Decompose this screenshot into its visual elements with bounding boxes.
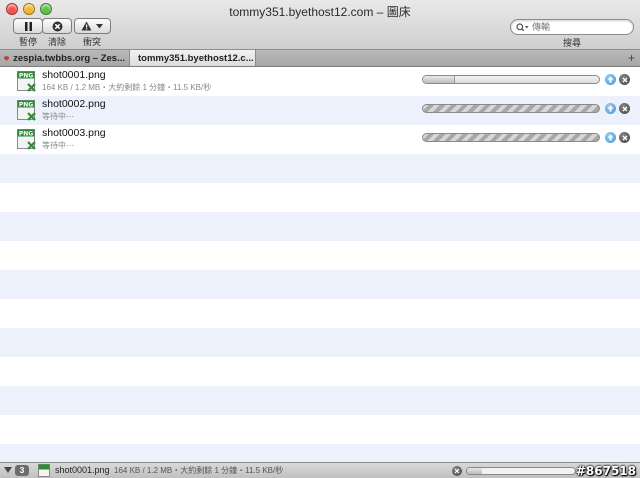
- close-icon: [622, 135, 627, 140]
- file-name: shot0002.png: [42, 98, 106, 110]
- status-file-name: shot0001.png: [55, 465, 110, 475]
- warning-icon: [81, 21, 92, 31]
- file-name: shot0003.png: [42, 127, 106, 139]
- conflict-tool[interactable]: 衝突: [70, 18, 114, 48]
- download-row[interactable]: PNG shot0001.png 164 KB / 1.2 MB・大約剩餘 1 分鐘…: [0, 67, 640, 96]
- tab-tommy351[interactable]: tommy351.byethost12.c...: [130, 50, 256, 66]
- file-status: 164 KB / 1.2 MB・大約剩餘 1 分鐘・11.5 KB/秒: [42, 83, 212, 92]
- conflict-button[interactable]: [73, 18, 111, 34]
- tab-bar: zespia.twbbs.org – Zes... tommy351.byeth…: [0, 50, 640, 67]
- download-row[interactable]: PNG shot0002.png 等待中⋯: [0, 96, 640, 125]
- svg-text:PNG: PNG: [19, 102, 33, 109]
- clear-icon: [52, 21, 62, 31]
- expand-triangle-icon[interactable]: [4, 467, 12, 473]
- pause-icon: [24, 21, 32, 31]
- search-input[interactable]: [532, 22, 624, 32]
- download-row[interactable]: PNG shot0003.png 等待中⋯: [0, 125, 640, 154]
- svg-text:PNG: PNG: [19, 73, 33, 80]
- status-file-info: 164 KB / 1.2 MB・大約剩餘 1 分鐘・11.5 KB/秒: [114, 466, 284, 475]
- png-file-icon: PNG: [17, 71, 36, 92]
- download-progress-bar: [422, 75, 600, 84]
- status-progress-bar: [466, 467, 576, 475]
- search-icon: [516, 22, 529, 31]
- heart-icon: [4, 55, 10, 61]
- dropdown-arrow-icon: [96, 23, 103, 28]
- clear-button[interactable]: [42, 18, 72, 34]
- tab-zespia[interactable]: zespia.twbbs.org – Zes...: [0, 50, 130, 66]
- search-field[interactable]: [510, 19, 634, 35]
- file-name: shot0001.png: [42, 69, 106, 81]
- status-cancel-button[interactable]: [452, 466, 462, 476]
- watermark: #867518: [575, 464, 636, 478]
- downloads-list: PNG shot0001.png 164 KB / 1.2 MB・大約剩餘 1 分鐘…: [0, 67, 640, 462]
- window-chrome: tommy351.byethost12.com – 圖床 暫停 清除 衝突 傳輸…: [0, 0, 640, 50]
- add-tab-button[interactable]: +: [628, 51, 635, 65]
- cancel-download-button[interactable]: [619, 74, 630, 85]
- arrow-up-icon: [607, 76, 614, 83]
- status-progress-fill: [467, 468, 483, 474]
- file-status: 等待中⋯: [42, 141, 74, 150]
- arrow-up-icon: [607, 134, 614, 141]
- tab-label: tommy351.byethost12.c...: [138, 52, 254, 64]
- close-icon: [622, 77, 627, 82]
- search-area: 搜尋: [510, 19, 634, 49]
- search-label: 搜尋: [562, 38, 581, 48]
- cancel-download-button[interactable]: [619, 103, 630, 114]
- status-bar: 3 shot0001.png 164 KB / 1.2 MB・大約剩餘 1 分鐘…: [0, 462, 640, 478]
- download-progress-bar: [422, 104, 600, 113]
- upload-button[interactable]: [605, 132, 616, 143]
- arrow-up-icon: [607, 105, 614, 112]
- png-file-icon: PNG: [17, 129, 36, 150]
- upload-button[interactable]: [605, 103, 616, 114]
- cancel-download-button[interactable]: [619, 132, 630, 143]
- conflict-label: 衝突: [82, 37, 101, 47]
- png-file-icon: PNG: [17, 100, 36, 121]
- svg-text:PNG: PNG: [19, 131, 33, 138]
- upload-button[interactable]: [605, 74, 616, 85]
- close-icon: [454, 468, 460, 474]
- png-file-icon: [38, 464, 50, 477]
- close-icon: [622, 106, 627, 111]
- file-status: 等待中⋯: [42, 112, 74, 121]
- progress-fill: [423, 76, 455, 83]
- tab-label: zespia.twbbs.org – Zes...: [13, 52, 125, 64]
- download-progress-bar: [422, 133, 600, 142]
- download-count-badge: 3: [15, 465, 29, 476]
